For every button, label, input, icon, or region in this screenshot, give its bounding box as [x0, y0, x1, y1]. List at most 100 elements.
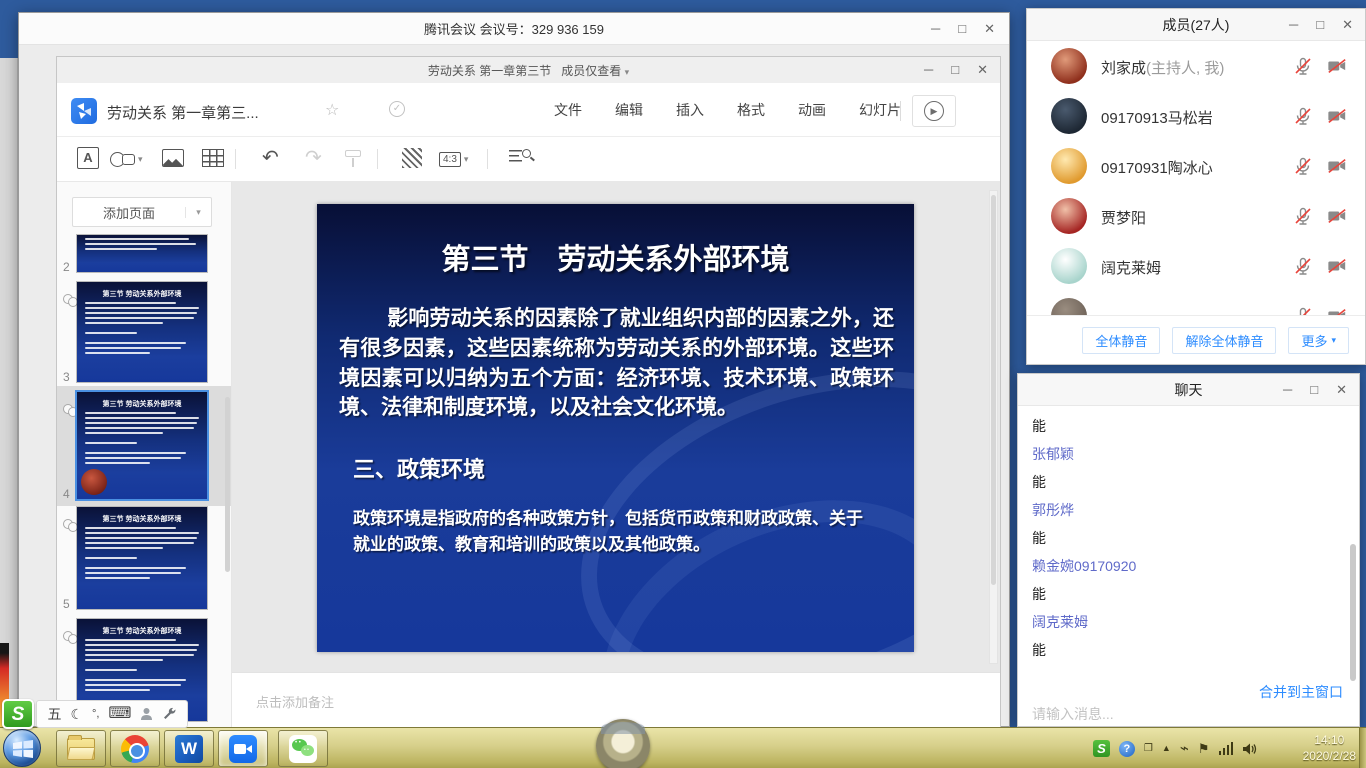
more-button[interactable]: 更多▾: [1288, 327, 1349, 354]
system-tray: S ? ❐ ▲ ⌁ ⚑: [1093, 728, 1258, 768]
aspect-ratio-button[interactable]: 4:3 ▾: [439, 147, 468, 171]
taskbar-app-word[interactable]: W: [164, 730, 214, 767]
camera-off-icon[interactable]: [1327, 106, 1347, 126]
member-panel-titlebar[interactable]: 成员(27人) ─ □ ✕: [1027, 9, 1365, 41]
insert-table-button[interactable]: [202, 147, 224, 171]
taskbar-app-wechat[interactable]: [278, 730, 328, 767]
redo-button[interactable]: ↷: [305, 147, 322, 171]
member-row[interactable]: 阔克莱姆: [1027, 241, 1365, 291]
mic-muted-icon[interactable]: [1293, 156, 1313, 176]
network-signal-icon[interactable]: [1219, 742, 1234, 755]
wps-titlebar[interactable]: 劳动关系 第一章第三节 成员仅查看 ▾ ─ □ ✕: [57, 57, 1000, 83]
menu-item[interactable]: 格式: [737, 100, 765, 120]
format-painter-button[interactable]: [345, 147, 361, 171]
slide-thumbnail[interactable]: 第三节 劳动关系外部环境: [77, 282, 207, 382]
help-tray-icon[interactable]: ?: [1119, 741, 1135, 757]
menu-item[interactable]: 编辑: [615, 100, 643, 120]
insert-image-button[interactable]: [162, 147, 184, 171]
sogou-punctuation-icon[interactable]: °,: [92, 709, 99, 720]
close-icon[interactable]: ✕: [1336, 383, 1347, 396]
mic-muted-icon[interactable]: [1293, 106, 1313, 126]
maximize-icon[interactable]: □: [958, 22, 966, 35]
chat-panel-titlebar[interactable]: 聊天 ─ □ ✕: [1018, 374, 1359, 406]
star-favorite-icon[interactable]: ☆: [325, 100, 339, 120]
start-button[interactable]: [3, 729, 41, 767]
show-desktop-button[interactable]: [1359, 728, 1366, 768]
background-fill-button[interactable]: [402, 147, 422, 171]
mic-muted-icon[interactable]: [1293, 56, 1313, 76]
sogou-person-icon[interactable]: [140, 707, 153, 721]
meeting-titlebar[interactable]: 腾讯会议 会议号：329 936 159 ─ □ ✕: [19, 13, 1009, 45]
member-row[interactable]: 刘家成(主持人, 我): [1027, 41, 1365, 91]
slide-thumbnail[interactable]: [77, 235, 207, 272]
camera-off-icon[interactable]: [1327, 156, 1347, 176]
current-slide[interactable]: 第三节 劳动关系外部环境 影响劳动关系的因素除了就业组织内部的因素之外，还有很多…: [317, 204, 914, 652]
maximize-icon[interactable]: □: [1316, 18, 1324, 31]
menu-item[interactable]: 插入: [676, 100, 704, 120]
maximize-icon[interactable]: □: [1310, 383, 1318, 396]
merge-to-main-window-link[interactable]: 合并到主窗口: [1259, 682, 1343, 702]
wps-maximize-icon[interactable]: □: [951, 63, 959, 76]
menu-item[interactable]: 幻灯片: [859, 100, 901, 120]
action-center-flag-icon[interactable]: ⚑: [1198, 742, 1210, 755]
view-mode-dropdown[interactable]: 成员仅查看 ▾: [561, 62, 629, 79]
slide-number: 3: [63, 370, 70, 384]
chat-sender-name: 张郁颖: [1032, 447, 1339, 462]
chat-input[interactable]: 请输入消息...: [1018, 702, 1359, 726]
minimize-icon[interactable]: ─: [1283, 383, 1292, 396]
mic-muted-icon[interactable]: [1293, 256, 1313, 276]
menu-item[interactable]: 文件: [554, 100, 582, 120]
power-plug-icon[interactable]: ⌁: [1180, 741, 1189, 756]
volume-icon[interactable]: [1242, 742, 1258, 756]
wps-presentation-window: 劳动关系 第一章第三节 成员仅查看 ▾ ─ □ ✕ 劳动关系 第一章第三... …: [56, 56, 1001, 728]
hidden-icons-arrow[interactable]: ▲: [1162, 744, 1171, 753]
add-page-button[interactable]: 添加页面 ▾: [72, 197, 212, 227]
slide-title: 第三节 劳动关系外部环境: [317, 236, 914, 278]
sogou-mode-indicator[interactable]: 五: [47, 707, 61, 721]
sogou-wrench-icon[interactable]: [162, 707, 176, 721]
sogou-halfshape-moon-icon[interactable]: ☾: [70, 707, 83, 721]
sogou-tray-icon[interactable]: S: [1093, 740, 1110, 757]
minimize-icon[interactable]: ─: [931, 22, 940, 35]
slide-thumbnail[interactable]: 第三节 劳动关系外部环境: [77, 392, 207, 499]
sogou-logo-icon[interactable]: S: [2, 699, 34, 729]
chat-scrollbar[interactable]: [1350, 544, 1356, 681]
meeting-floating-ball[interactable]: [596, 719, 650, 768]
member-row[interactable]: 贾梦阳: [1027, 191, 1365, 241]
insert-textbox-button[interactable]: A: [77, 147, 99, 171]
insert-shape-button[interactable]: ▾: [110, 147, 143, 171]
camera-off-icon[interactable]: [1327, 256, 1347, 276]
chat-panel: 聊天 ─ □ ✕ 能 张郁颖 能 郭彤烨 能 赖金婉09170920 能 阔克莱…: [1017, 373, 1360, 727]
minimize-icon[interactable]: ─: [1289, 18, 1298, 31]
camera-off-icon[interactable]: [1327, 56, 1347, 76]
thumbnail-scrollbar[interactable]: [225, 397, 230, 572]
divider: [377, 149, 378, 169]
scrollbar-thumb[interactable]: [991, 195, 996, 585]
camera-off-icon[interactable]: [1327, 206, 1347, 226]
wps-close-icon[interactable]: ✕: [977, 63, 988, 76]
restore-window-tray-icon[interactable]: ❐: [1144, 744, 1153, 754]
chat-message-text: 能: [1032, 475, 1339, 490]
member-row[interactable]: 09170931陶冰心: [1027, 141, 1365, 191]
menu-item[interactable]: 动画: [798, 100, 826, 120]
member-row-partial[interactable]: [1027, 291, 1365, 317]
taskbar-app-windows-explorer[interactable]: [56, 730, 106, 767]
slideshow-play-button[interactable]: ▶: [912, 95, 956, 127]
undo-button[interactable]: ↶: [262, 147, 279, 171]
sogou-keyboard-icon[interactable]: ⌨: [108, 706, 131, 722]
mute-all-button[interactable]: 全体静音: [1082, 327, 1160, 354]
mic-muted-icon[interactable]: [1293, 206, 1313, 226]
slide-thumbnail[interactable]: 第三节 劳动关系外部环境: [77, 507, 207, 609]
wps-minimize-icon[interactable]: ─: [924, 63, 933, 76]
close-icon[interactable]: ✕: [984, 22, 995, 35]
unmute-all-button[interactable]: 解除全体静音: [1172, 327, 1276, 354]
taskbar-clock[interactable]: 14:10 2020/2/28: [1303, 732, 1356, 764]
close-icon[interactable]: ✕: [1342, 18, 1353, 31]
find-replace-button[interactable]: [509, 147, 531, 171]
taskbar-app-tencent-meeting[interactable]: [218, 730, 268, 767]
canvas-scrollbar[interactable]: [989, 190, 998, 664]
document-tab-title[interactable]: 劳动关系 第一章第三...: [107, 102, 259, 123]
taskbar-app-chrome[interactable]: [110, 730, 160, 767]
member-list: 刘家成(主持人, 我) 09170913马松岩: [1027, 41, 1365, 317]
member-row[interactable]: 09170913马松岩: [1027, 91, 1365, 141]
